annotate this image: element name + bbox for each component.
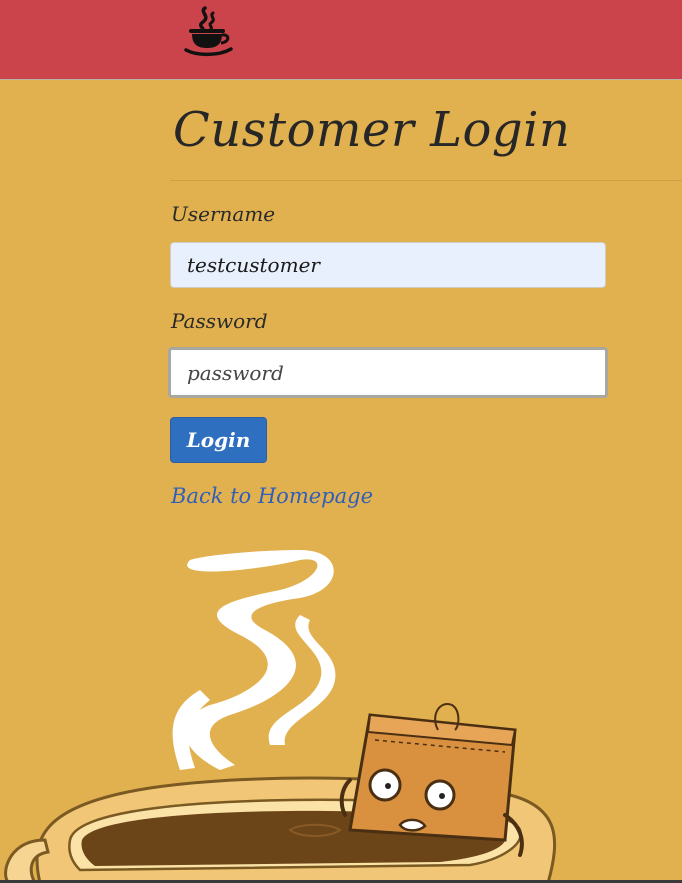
username-field[interactable] [170, 242, 606, 288]
coffee-cup-icon[interactable] [183, 4, 235, 58]
title-divider [170, 180, 682, 181]
login-button[interactable]: Login [170, 417, 267, 463]
username-label: Username [171, 202, 276, 226]
top-navbar [0, 0, 682, 80]
tea-bag-in-coffee-cup-icon [4, 550, 557, 883]
password-field[interactable] [168, 347, 608, 398]
back-to-homepage-link[interactable]: Back to Homepage [171, 484, 373, 508]
password-label: Password [171, 309, 268, 333]
page-title: Customer Login [173, 102, 571, 158]
